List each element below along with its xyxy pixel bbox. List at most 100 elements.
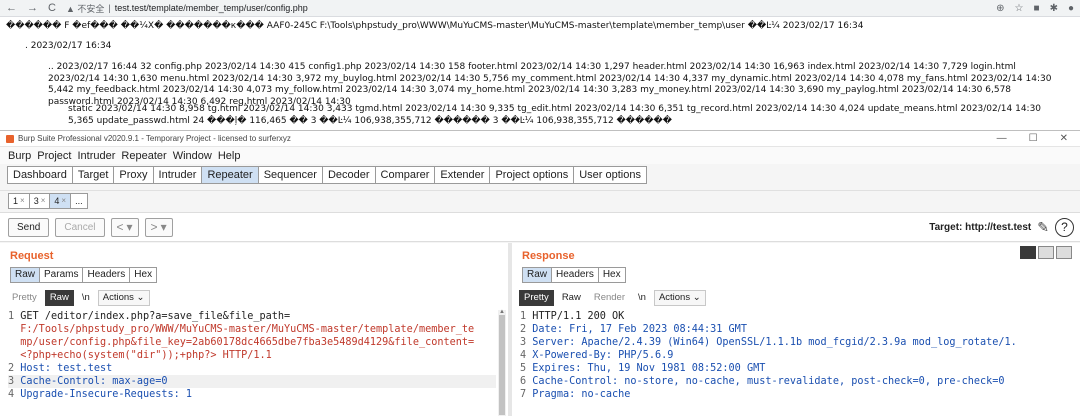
- chevron-down-icon: ▾: [126, 219, 133, 234]
- back-arrow-icon[interactable]: ←: [6, 2, 17, 14]
- request-tab-params[interactable]: Params: [39, 267, 83, 283]
- puzzle-icon[interactable]: ✱: [1050, 3, 1058, 14]
- history-forward-button[interactable]: > ▾: [144, 217, 173, 237]
- tabbed-layout-icon[interactable]: [1056, 246, 1072, 259]
- maximize-icon[interactable]: ☐: [1029, 133, 1038, 144]
- request-view-toolbar: Pretty Raw \n Actions ⌄: [7, 290, 150, 306]
- request-response-panes: Request Raw Params Headers Hex Pretty Ra…: [0, 243, 1080, 416]
- minimize-icon[interactable]: —: [997, 133, 1007, 144]
- history-back-button[interactable]: < ▾: [110, 217, 139, 237]
- request-scrollbar[interactable]: ▲: [498, 309, 506, 416]
- listing-line-1: ������ F �ef��� ��¼Х� �������к��� AAF0-2…: [6, 21, 864, 31]
- raw-button[interactable]: Raw: [557, 290, 586, 306]
- request-tab-headers[interactable]: Headers: [82, 267, 130, 283]
- close-tab-icon[interactable]: ×: [41, 194, 46, 208]
- code-line: 4 Upgrade-Insecure-Requests: 1: [8, 389, 193, 400]
- raw-button[interactable]: Raw: [44, 290, 74, 306]
- request-tab-raw[interactable]: Raw: [10, 267, 40, 283]
- actions-dropdown[interactable]: Actions ⌄: [97, 290, 150, 306]
- tab-target[interactable]: Target: [71, 166, 114, 184]
- request-tabs: Raw Params Headers Hex: [10, 267, 158, 283]
- code-line: 1 HTTP/1.1 200 OK: [520, 311, 625, 322]
- window-title: Burp Suite Professional v2020.9.1 - Temp…: [18, 134, 291, 143]
- tab-sequencer[interactable]: Sequencer: [257, 166, 322, 184]
- repeater-toolbar: Send Cancel < ▾ > ▾ Target: http://test.te…: [0, 212, 1080, 242]
- tab-user-options[interactable]: User options: [573, 166, 647, 184]
- response-pane: Response Raw Headers Hex Pretty Raw Rend…: [512, 243, 1080, 416]
- request-tab-hex[interactable]: Hex: [129, 267, 158, 283]
- address-bar[interactable]: ▲ 不安全 | test.test/template/member_temp/u…: [66, 2, 308, 15]
- menu-repeater[interactable]: Repeater: [121, 150, 166, 162]
- window-titlebar: Burp Suite Professional v2020.9.1 - Temp…: [0, 131, 1080, 147]
- tab-extender[interactable]: Extender: [434, 166, 490, 184]
- code-line: 1 GET /editor/index.php?a=save_file&file…: [8, 311, 291, 322]
- chevron-down-icon: ▾: [160, 219, 167, 234]
- menu-bar: Burp Project Intruder Repeater Window He…: [0, 147, 1080, 164]
- split-horizontal-icon[interactable]: [1020, 246, 1036, 259]
- close-tab-icon[interactable]: ×: [61, 194, 66, 208]
- tab-comparer[interactable]: Comparer: [374, 166, 435, 184]
- repeater-tab-4[interactable]: 4 ×: [49, 192, 71, 209]
- main-tabs: Dashboard Target Proxy Intruder Repeater…: [0, 164, 1080, 186]
- repeater-tab-1[interactable]: 1 ×: [8, 192, 29, 209]
- code-line: mp/user/config.php&file_key=2ab60178dc46…: [20, 337, 475, 348]
- burp-window: Burp Suite Professional v2020.9.1 - Temp…: [0, 130, 1080, 416]
- response-tab-headers[interactable]: Headers: [551, 267, 598, 283]
- request-editor[interactable]: 1 GET /editor/index.php?a=save_file&file…: [8, 310, 496, 401]
- listing-line-4: static 2023/02/14 14:30 8,958 tg.html 20…: [68, 104, 1042, 126]
- response-viewer[interactable]: 1 HTTP/1.1 200 OK 2 Date: Fri, 17 Feb 20…: [520, 310, 1072, 401]
- close-tab-icon[interactable]: ×: [20, 194, 25, 208]
- split-vertical-icon[interactable]: [1038, 246, 1054, 259]
- close-icon[interactable]: ✕: [1060, 133, 1068, 144]
- code-line: 3 Cache-Control: max-age=0: [8, 375, 496, 388]
- menu-window[interactable]: Window: [173, 150, 212, 162]
- tab-proxy[interactable]: Proxy: [113, 166, 153, 184]
- menu-intruder[interactable]: Intruder: [78, 150, 116, 162]
- render-button[interactable]: Render: [589, 290, 630, 306]
- code-line: 3 Server: Apache/2.4.39 (Win64) OpenSSL/…: [520, 337, 1017, 348]
- tab-decoder[interactable]: Decoder: [321, 166, 375, 184]
- newline-toggle[interactable]: \n: [77, 290, 95, 306]
- code-line: 5 Expires: Thu, 19 Nov 1981 08:52:00 GMT: [520, 363, 766, 374]
- request-title: Request: [10, 250, 54, 262]
- cancel-button[interactable]: Cancel: [55, 217, 105, 237]
- code-line: 6 Cache-Control: no-store, no-cache, mus…: [520, 376, 1005, 387]
- menu-help[interactable]: Help: [218, 150, 241, 162]
- tab-repeater[interactable]: Repeater: [201, 166, 258, 184]
- pencil-icon[interactable]: ✎: [1037, 219, 1049, 236]
- tab-dashboard[interactable]: Dashboard: [7, 166, 72, 184]
- insecure-warning-icon[interactable]: ▲ 不安全: [66, 2, 104, 15]
- burp-logo-icon: [6, 134, 14, 143]
- directory-listing: ������ F �ef��� ��¼Х� �������к��� AAF0-2…: [0, 17, 1080, 130]
- reload-icon[interactable]: C: [48, 2, 56, 14]
- response-tab-hex[interactable]: Hex: [597, 267, 626, 283]
- code-line: F:/Tools/phpstudy_pro/WWW/MuYuCMS-master…: [20, 324, 475, 335]
- repeater-tab-new[interactable]: ...: [70, 192, 88, 209]
- help-icon[interactable]: ?: [1055, 217, 1074, 237]
- tab-project-options[interactable]: Project options: [489, 166, 574, 184]
- code-line: 2 Host: test.test: [8, 363, 113, 374]
- layout-toggle: [1020, 246, 1072, 259]
- response-view-toolbar: Pretty Raw Render \n Actions ⌄: [519, 290, 706, 306]
- url-text[interactable]: test.test/template/member_temp/user/conf…: [115, 3, 308, 13]
- menu-burp[interactable]: Burp: [8, 150, 31, 162]
- tab-intruder[interactable]: Intruder: [152, 166, 202, 184]
- pretty-button[interactable]: Pretty: [519, 290, 554, 306]
- listing-line-3: .. 2023/02/17 16:44 32 config.php 2023/0…: [48, 62, 1052, 107]
- listing-line-2: . 2023/02/17 16:34: [25, 41, 112, 51]
- pretty-button[interactable]: Pretty: [7, 290, 42, 306]
- forward-arrow-icon[interactable]: →: [27, 2, 38, 14]
- response-tab-raw[interactable]: Raw: [522, 267, 552, 283]
- code-line: 7 Pragma: no-cache: [520, 389, 631, 400]
- send-button[interactable]: Send: [8, 217, 50, 237]
- actions-dropdown[interactable]: Actions ⌄: [653, 290, 706, 306]
- menu-project[interactable]: Project: [37, 150, 71, 162]
- code-line: 4 X-Powered-By: PHP/5.6.9: [520, 350, 674, 361]
- translate-icon[interactable]: ⊕: [996, 3, 1004, 14]
- extension-icon[interactable]: ■: [1034, 3, 1040, 14]
- bookmark-star-icon[interactable]: ☆: [1015, 3, 1024, 14]
- profile-icon[interactable]: ●: [1068, 3, 1074, 14]
- code-line: 2 Date: Fri, 17 Feb 2023 08:44:31 GMT: [520, 324, 747, 335]
- newline-toggle[interactable]: \n: [633, 290, 651, 306]
- repeater-tab-3[interactable]: 3 ×: [28, 192, 50, 209]
